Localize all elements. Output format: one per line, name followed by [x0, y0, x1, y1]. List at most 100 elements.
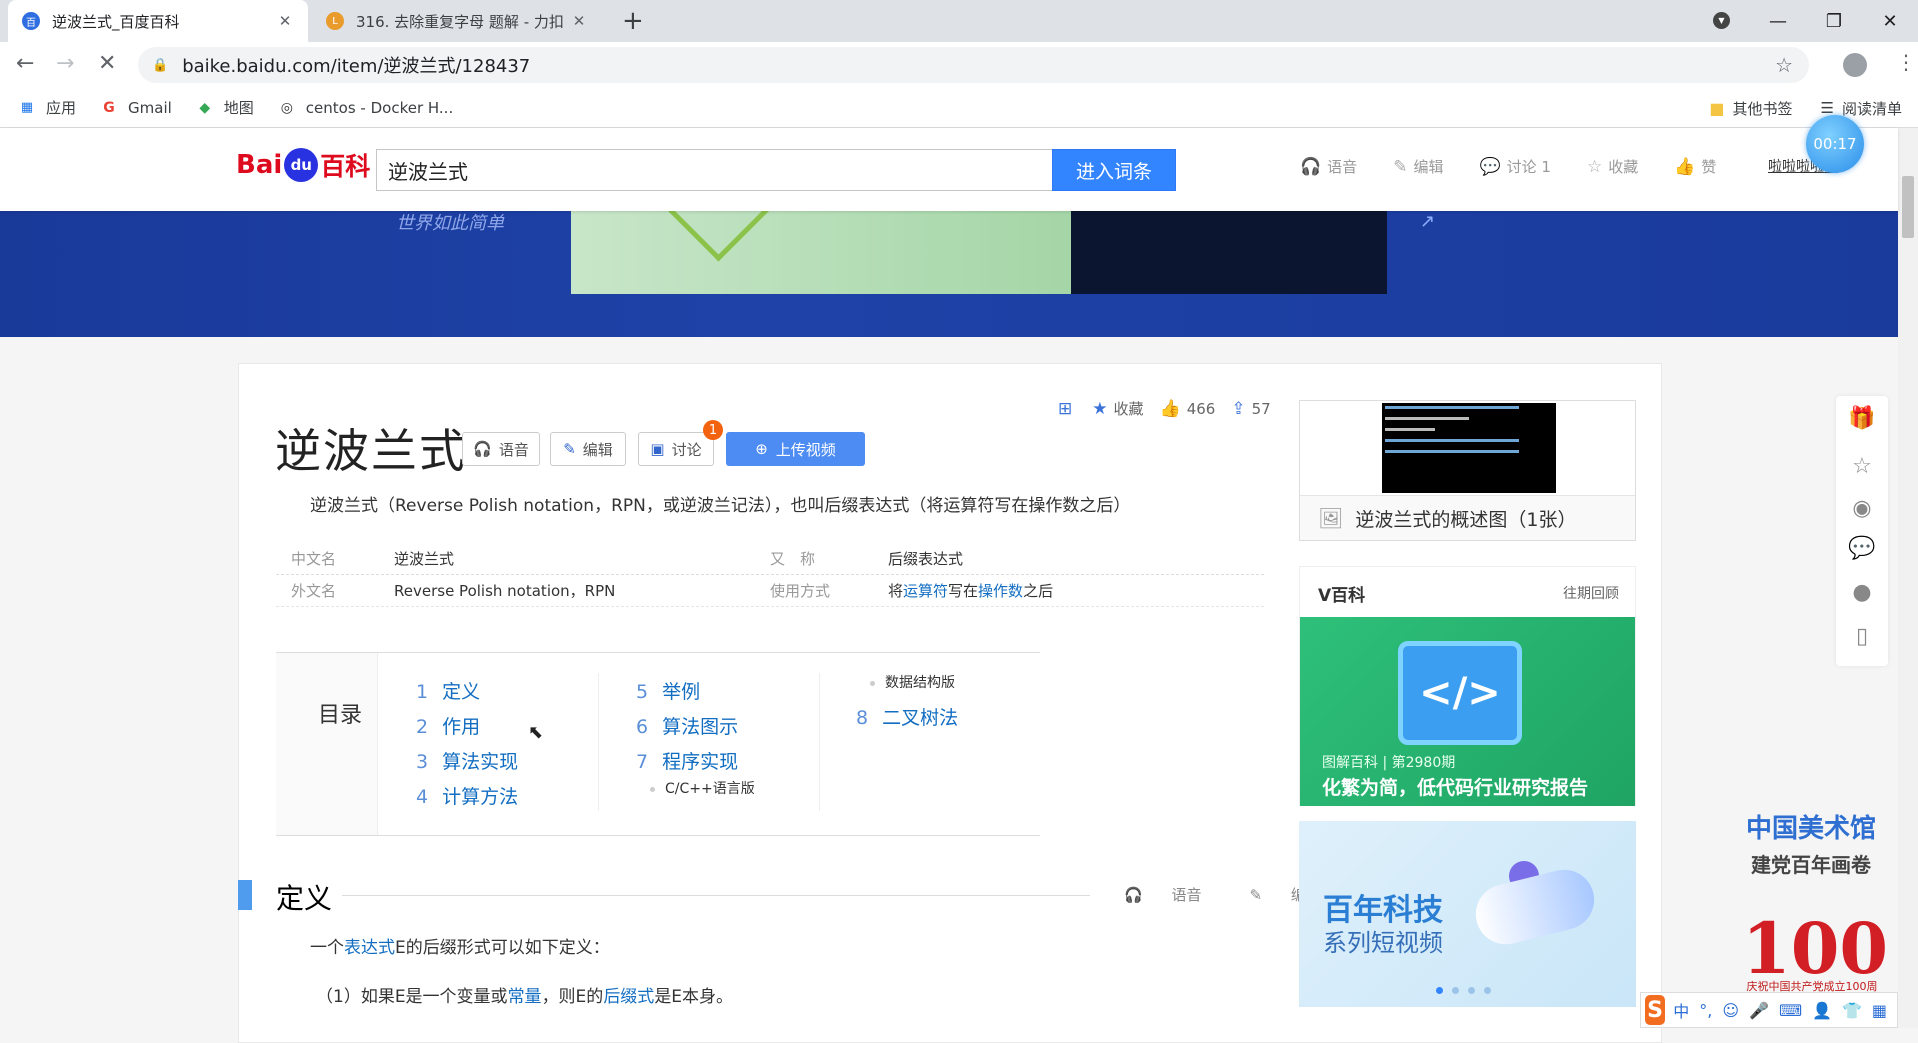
other-bookmarks[interactable]: 其他书签: [1733, 98, 1793, 119]
pencil-icon: ✎: [563, 440, 576, 458]
bookmark-docker[interactable]: ◎ centos - Docker H...: [278, 99, 454, 117]
tab-search-icon[interactable]: ▼: [1713, 12, 1730, 29]
forward-icon[interactable]: →: [56, 51, 74, 76]
mic-icon[interactable]: 🎤: [1749, 1001, 1769, 1020]
voice-tool[interactable]: 🎧 语音: [1300, 156, 1357, 177]
toc-item[interactable]: 6 算法图示: [636, 712, 738, 739]
grid-icon[interactable]: ▦: [1872, 1001, 1887, 1020]
tech-video-card[interactable]: 百年科技 系列短视频: [1299, 821, 1636, 1007]
stop-loading-icon[interactable]: ✕: [98, 51, 116, 76]
banner-video-frame[interactable]: [1071, 211, 1387, 294]
paragraph: （1）如果E是一个变量或常量，则E的后缀式是E本身。: [316, 982, 733, 1007]
header-tools: 🎧 语音 ✎ 编辑 💬 讨论 1 ☆ 收藏 👍 赞: [1300, 156, 1752, 177]
edit-button[interactable]: ✎ 编辑: [550, 432, 626, 466]
ime-mode[interactable]: 中: [1673, 998, 1689, 1022]
back-icon[interactable]: ←: [16, 51, 34, 76]
search-input[interactable]: [376, 149, 1052, 191]
like-count: 466: [1186, 399, 1216, 418]
minimize-icon[interactable]: —: [1750, 11, 1806, 32]
baike-logo[interactable]: Bai du 百科: [236, 144, 370, 186]
keyboard-icon[interactable]: ⌨: [1779, 1001, 1802, 1020]
shirt-icon[interactable]: 👕: [1842, 1001, 1862, 1020]
operand-link[interactable]: 操作数: [978, 582, 1023, 600]
toc-text: 算法实现: [442, 751, 519, 773]
museum-ad[interactable]: 中国美术馆 建党百年画卷: [1736, 808, 1886, 878]
carousel-dot[interactable]: [1452, 987, 1459, 994]
favorite-action[interactable]: ★ 收藏: [1092, 398, 1143, 419]
album-thumbnail[interactable]: [1382, 403, 1556, 493]
add-icon[interactable]: ⊞: [1058, 399, 1078, 419]
toc-item[interactable]: 4 计算方法: [416, 782, 518, 809]
like-action[interactable]: 👍 466: [1160, 399, 1216, 419]
banner: 世界如此简单 ↗: [0, 211, 1898, 337]
reading-list[interactable]: 阅读清单: [1842, 98, 1902, 119]
sogou-icon[interactable]: S: [1645, 995, 1666, 1025]
link-icon: ↗: [1420, 211, 1436, 232]
bookmark-maps[interactable]: ◆ 地图: [196, 97, 253, 118]
museum-subtitle: 建党百年画卷: [1751, 853, 1871, 877]
carousel-dot[interactable]: [1484, 987, 1491, 994]
discuss-count-badge: 1: [703, 420, 723, 440]
tab-baike[interactable]: 百 逆波兰式_百度百科 ✕: [8, 0, 308, 42]
toc-subitem[interactable]: C/C++语言版: [650, 778, 755, 798]
carousel-dot[interactable]: [1436, 987, 1443, 994]
postfix-link[interactable]: 后缀式: [603, 987, 654, 1007]
upload-video-button[interactable]: ⊕ 上传视频: [726, 432, 865, 466]
close-tab-icon[interactable]: ✕: [570, 12, 588, 30]
scrollbar-thumb[interactable]: [1902, 176, 1914, 238]
edit-tool[interactable]: ✎ 编辑: [1393, 156, 1443, 177]
v-baike-headline: 化繁为简，低代码行业研究报告: [1322, 777, 1589, 799]
close-tab-icon[interactable]: ✕: [276, 12, 294, 30]
new-tab-icon[interactable]: +: [622, 6, 644, 36]
toc-item[interactable]: 8 二叉树法: [856, 703, 958, 730]
timer-badge[interactable]: 00:17: [1806, 115, 1864, 173]
weibo-icon[interactable]: ◉: [1848, 494, 1876, 522]
mobile-icon[interactable]: ▯: [1848, 622, 1876, 650]
divider: [819, 673, 820, 811]
address-bar[interactable]: 🔒 baike.baidu.com/item/逆波兰式/128437 ☆: [138, 47, 1809, 83]
wechat-icon[interactable]: 💬: [1848, 534, 1876, 562]
discuss-tool[interactable]: 💬 讨论 1: [1479, 156, 1550, 177]
v-baike-image[interactable]: </> 图解百科 | 第2980期 化繁为简，低代码行业研究报告: [1300, 617, 1635, 806]
close-window-icon[interactable]: ✕: [1862, 11, 1918, 32]
share-action[interactable]: ⇪ 57: [1231, 399, 1270, 419]
toc-item[interactable]: 5 举例: [636, 677, 700, 704]
toc-item[interactable]: 3 算法实现: [416, 747, 518, 774]
gift-icon[interactable]: 🎁: [1848, 404, 1876, 432]
discuss-button[interactable]: ▣ 讨论: [638, 432, 714, 466]
url-text[interactable]: baike.baidu.com/item/逆波兰式/128437: [182, 52, 1775, 78]
star-icon[interactable]: ☆: [1848, 452, 1876, 480]
operator-link[interactable]: 运算符: [903, 582, 948, 600]
toc-subitem[interactable]: 数据结构版: [870, 672, 955, 692]
favorite-tool[interactable]: ☆ 收藏: [1587, 156, 1638, 177]
album-card[interactable]: 🖼 逆波兰式的概述图（1张）: [1299, 400, 1636, 541]
like-tool[interactable]: 👍 赞: [1674, 156, 1716, 177]
enter-entry-button[interactable]: 进入词条: [1052, 149, 1176, 191]
restore-icon[interactable]: ❐: [1806, 11, 1862, 32]
lock-icon[interactable]: 🔒: [152, 58, 168, 73]
bookmark-gmail[interactable]: G Gmail: [100, 99, 172, 117]
qq-icon[interactable]: ●: [1848, 578, 1876, 606]
constant-link[interactable]: 常量: [508, 987, 542, 1007]
past-issues-link[interactable]: 往期回顾: [1563, 583, 1619, 603]
toc-item[interactable]: 2 作用: [416, 712, 480, 739]
section-voice[interactable]: 🎧 语音: [1124, 884, 1225, 905]
bookmark-apps[interactable]: ▦ 应用: [18, 97, 76, 118]
page-scrollbar[interactable]: [1898, 128, 1918, 1028]
voice-button[interactable]: 🎧 语音: [462, 432, 540, 466]
carousel-dot[interactable]: [1468, 987, 1475, 994]
punctuation-icon[interactable]: °,: [1699, 1001, 1712, 1020]
bookmark-star-icon[interactable]: ☆: [1775, 53, 1793, 77]
album-caption-bar[interactable]: 🖼 逆波兰式的概述图（1张）: [1300, 495, 1635, 540]
user-icon[interactable]: 👤: [1812, 1001, 1832, 1020]
emoji-icon[interactable]: ☺: [1722, 1001, 1739, 1020]
section-divider: [276, 895, 1090, 896]
tab-leetcode[interactable]: L 316. 去除重复字母 题解 - 力扣（ ✕: [312, 0, 602, 42]
profile-avatar[interactable]: [1843, 53, 1867, 77]
banner-image[interactable]: [571, 211, 1071, 294]
toc-item[interactable]: 1 定义: [416, 677, 480, 704]
toc-item[interactable]: 7 程序实现: [636, 747, 738, 774]
menu-dots-icon[interactable]: ⋮: [1896, 50, 1916, 74]
toc-text: 程序实现: [662, 751, 739, 773]
expression-link[interactable]: 表达式: [344, 938, 395, 958]
